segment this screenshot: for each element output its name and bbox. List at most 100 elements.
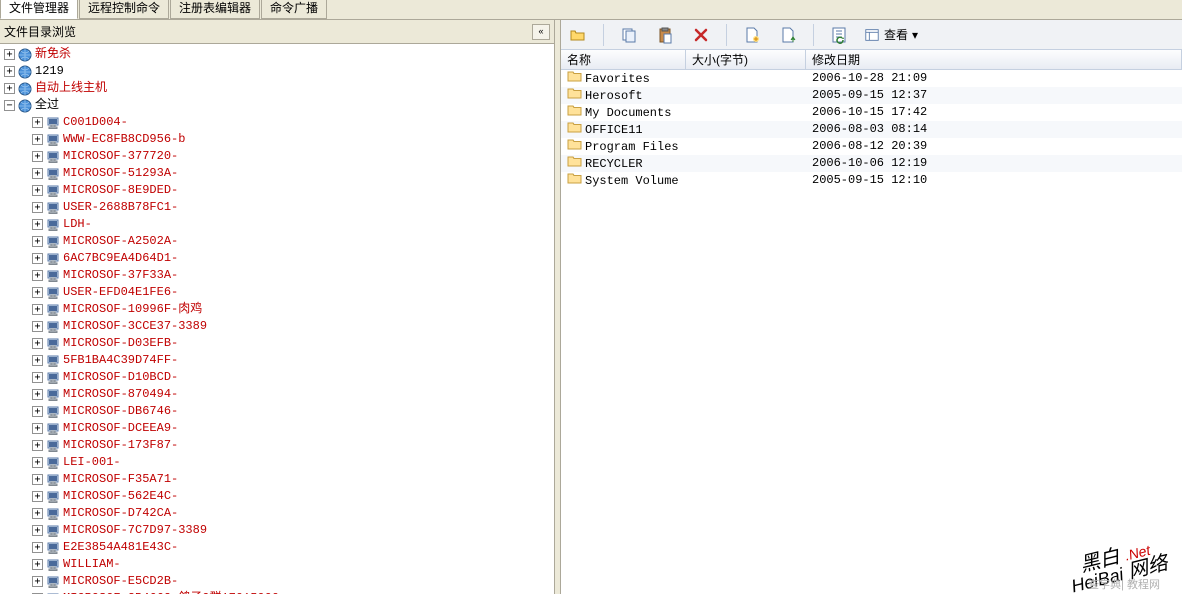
column-date[interactable]: 修改日期 [806,50,1182,69]
tree-host[interactable]: +5FB1BA4C39D74FF- [4,352,554,369]
tree-host[interactable]: +MICROSOF-377720- [4,148,554,165]
expander-icon[interactable]: + [32,321,43,332]
tree-root[interactable]: +自动上线主机 [4,80,554,97]
expander-icon[interactable]: + [32,355,43,366]
tree-host[interactable]: +USER-2688B78FC1- [4,199,554,216]
tree-host[interactable]: +MICROSOF-DB6746- [4,403,554,420]
folder-open-icon[interactable] [567,24,589,46]
tree-host[interactable]: +MICROSOF-10996F-肉鸡 [4,301,554,318]
tree-host[interactable]: +MICROSOF-3B4662-鸽子Q群17015000 [4,590,554,594]
expander-icon[interactable]: + [32,185,43,196]
tree-host[interactable]: +MICROSOF-F35A71- [4,471,554,488]
expander-icon[interactable]: + [32,151,43,162]
expander-icon[interactable]: + [32,219,43,230]
tree-host[interactable]: +MICROSOF-D03EFB- [4,335,554,352]
tree-host[interactable]: +MICROSOF-DCEEA9- [4,420,554,437]
tree-label: MICROSOF-870494- [63,386,178,403]
tree-host[interactable]: +MICROSOF-37F33A- [4,267,554,284]
file-row[interactable]: OFFICE112006-08-03 08:14 [561,121,1182,138]
tree-root[interactable]: +1219 [4,63,554,80]
expander-icon[interactable]: + [32,389,43,400]
tree-host[interactable]: +6AC7BC9EA4D64D1- [4,250,554,267]
folder-icon [567,70,582,82]
copy-icon[interactable] [618,24,640,46]
tree-host[interactable]: +C001D004- [4,114,554,131]
expander-icon[interactable]: + [32,236,43,247]
tree-host[interactable]: +MICROSOF-E5CD2B- [4,573,554,590]
computer-icon [46,558,60,572]
expander-icon[interactable]: + [32,372,43,383]
tree-host[interactable]: +LDH- [4,216,554,233]
computer-icon [46,150,60,164]
expander-icon[interactable]: + [32,491,43,502]
view-button[interactable]: 查看 ▾ [864,26,918,43]
collapse-left-button[interactable]: « [532,24,550,40]
expander-icon[interactable]: + [32,202,43,213]
column-name[interactable]: 名称 [561,50,686,69]
file-list[interactable]: Favorites2006-10-28 21:09Herosoft2005-09… [561,70,1182,594]
expander-icon[interactable]: + [32,338,43,349]
column-size[interactable]: 大小(字节) [686,50,806,69]
tree-host[interactable]: +MICROSOF-51293A- [4,165,554,182]
tree-host[interactable]: + MICROSOF-870494- [4,386,554,403]
expander-icon[interactable]: + [32,440,43,451]
expander-icon[interactable]: + [32,508,43,519]
tree-host[interactable]: +MICROSOF-D742CA- [4,505,554,522]
tree-root[interactable]: −全过 [4,97,554,114]
expander-icon[interactable]: + [4,49,15,60]
expander-icon[interactable]: + [32,406,43,417]
expander-icon[interactable]: + [32,542,43,553]
tree-host[interactable]: +WWW-EC8FB8CD956-b [4,131,554,148]
expander-icon[interactable]: + [32,423,43,434]
expander-icon[interactable]: + [4,83,15,94]
tree-root[interactable]: +新免杀 [4,46,554,63]
computer-icon [46,541,60,555]
file-row[interactable]: Herosoft2005-09-15 12:37 [561,87,1182,104]
expander-icon[interactable]: + [32,270,43,281]
watermark-small: 查字典| 教程网 [1088,576,1160,592]
expander-icon[interactable]: + [4,66,15,77]
tree-host[interactable]: +MICROSOF-3CCE37-3389 [4,318,554,335]
tree-host[interactable]: +MICROSOF-D10BCD- [4,369,554,386]
delete-icon[interactable] [690,24,712,46]
upload-icon[interactable] [777,24,799,46]
tree-host[interactable]: +MICROSOF-562E4C- [4,488,554,505]
file-row[interactable]: My Documents2006-10-15 17:42 [561,104,1182,121]
expander-icon[interactable]: + [32,576,43,587]
tree-host[interactable]: +WILLIAM- [4,556,554,573]
refresh-icon[interactable] [828,24,850,46]
file-row[interactable]: RECYCLER2006-10-06 12:19 [561,155,1182,172]
expander-icon[interactable]: + [32,253,43,264]
tab-2[interactable]: 注册表编辑器 [170,0,260,19]
tree-label: MICROSOF-8E9DED- [63,182,178,199]
paste-icon[interactable] [654,24,676,46]
tree-label: 6AC7BC9EA4D64D1- [63,250,178,267]
tree-label: MICROSOF-3B4662-鸽子Q群17015000 [63,590,279,594]
tree-host[interactable]: +MICROSOF-7C7D97-3389 [4,522,554,539]
expander-icon[interactable]: − [4,100,15,111]
tree-host[interactable]: +E2E3854A481E43C- [4,539,554,556]
expander-icon[interactable]: + [32,304,43,315]
tree-host[interactable]: +MICROSOF-173F87- [4,437,554,454]
file-row[interactable]: Program Files2006-08-12 20:39 [561,138,1182,155]
folder-icon [567,103,582,116]
tree-host[interactable]: +LEI-001- [4,454,554,471]
expander-icon[interactable]: + [32,117,43,128]
expander-icon[interactable]: + [32,474,43,485]
expander-icon[interactable]: + [32,525,43,536]
expander-icon[interactable]: + [32,457,43,468]
tree-host[interactable]: +USER-EFD04E1FE6- [4,284,554,301]
file-row[interactable]: Favorites2006-10-28 21:09 [561,70,1182,87]
expander-icon[interactable]: + [32,168,43,179]
expander-icon[interactable]: + [32,134,43,145]
tab-3[interactable]: 命令广播 [261,0,327,19]
tree-host[interactable]: +MICROSOF-A2502A- [4,233,554,250]
new-file-icon[interactable] [741,24,763,46]
tree-host[interactable]: + MICROSOF-8E9DED- [4,182,554,199]
tab-0[interactable]: 文件管理器 [0,0,78,19]
tab-1[interactable]: 远程控制命令 [79,0,169,19]
expander-icon[interactable]: + [32,559,43,570]
file-row[interactable]: System Volume I...2005-09-15 12:10 [561,172,1182,189]
host-tree[interactable]: +新免杀+1219+自动上线主机−全过+C001D004-+WWW-EC8FB8… [0,44,554,594]
expander-icon[interactable]: + [32,287,43,298]
